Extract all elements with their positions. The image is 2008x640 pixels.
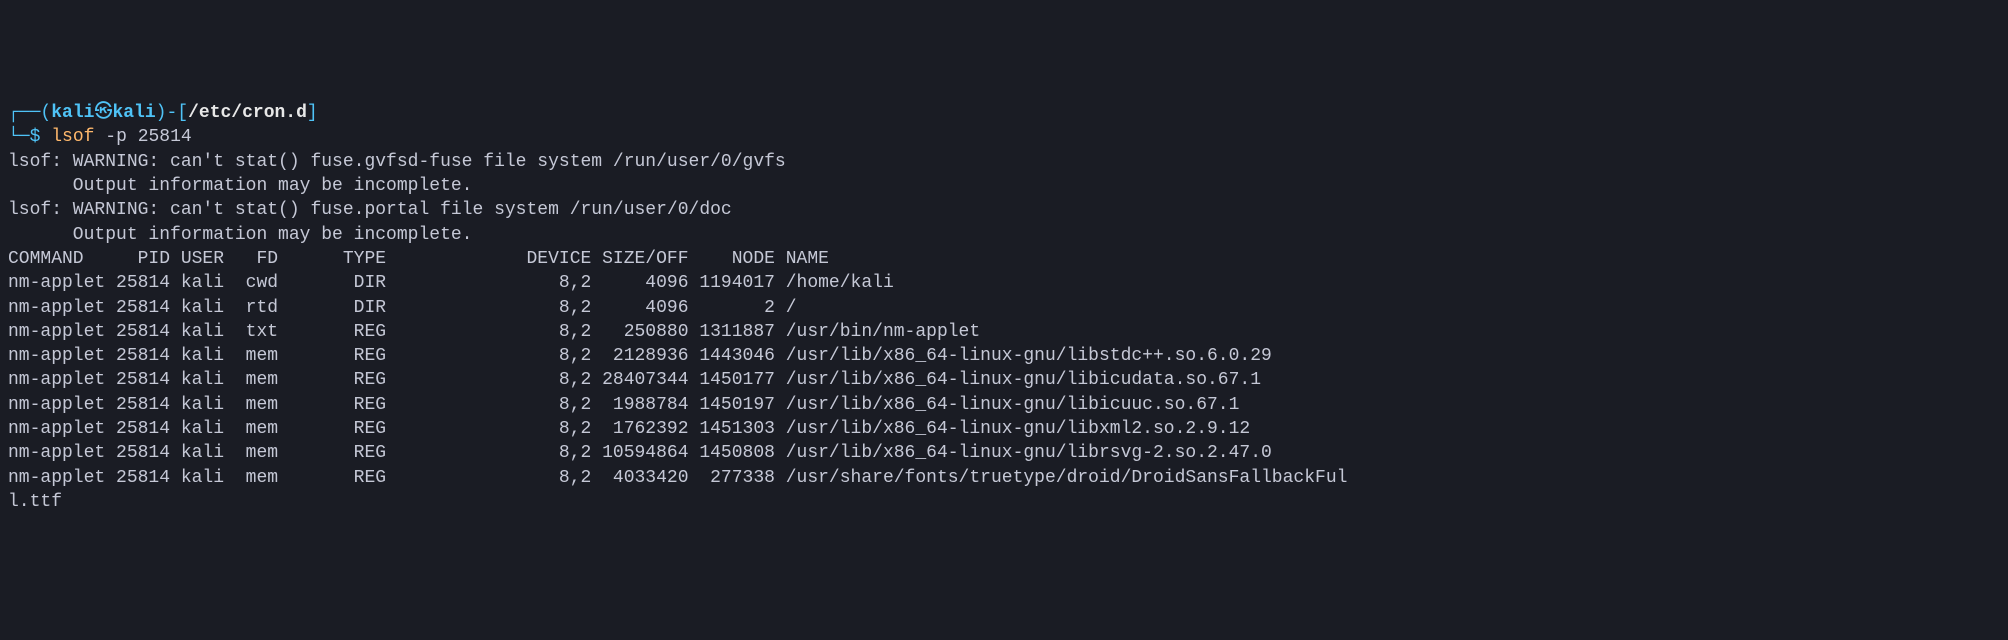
prompt-at: ㉿ (94, 103, 112, 123)
prompt-bracket-close: ] (307, 103, 318, 123)
command-flag: -p (105, 127, 127, 147)
prompt-dash: - (166, 103, 177, 123)
header-command: COMMAND PID USER FD TYPE DEVICE SIZE/OFF… (8, 249, 829, 269)
prompt-paren-close: ) (156, 103, 167, 123)
lsof-row: nm-applet 25814 kali mem REG 8,2 1762392… (8, 419, 1250, 439)
lsof-row: nm-applet 25814 kali txt REG 8,2 250880 … (8, 322, 980, 342)
lsof-row: nm-applet 25814 kali mem REG 8,2 4033420… (8, 468, 1347, 488)
warning-line: Output information may be incomplete. (8, 176, 472, 196)
lsof-row: nm-applet 25814 kali mem REG 8,2 1059486… (8, 443, 1272, 463)
lsof-row: nm-applet 25814 kali rtd DIR 8,2 4096 2 … (8, 298, 797, 318)
lsof-row: nm-applet 25814 kali cwd DIR 8,2 4096 11… (8, 273, 894, 293)
command-name: lsof (51, 127, 94, 147)
lsof-row: nm-applet 25814 kali mem REG 8,2 1988784… (8, 395, 1239, 415)
prompt-corner-top: ┌── (8, 103, 40, 123)
prompt-line1: ┌──(kali㉿kali)-[/etc/cron.d] (8, 103, 318, 123)
prompt-paren-open: ( (40, 103, 51, 123)
lsof-row-continuation: l.ttf (8, 492, 62, 512)
lsof-row: nm-applet 25814 kali mem REG 8,2 2128936… (8, 346, 1272, 366)
warning-line: lsof: WARNING: can't stat() fuse.portal … (8, 200, 732, 220)
prompt-corner-bottom: └─ (8, 127, 30, 147)
terminal-output[interactable]: ┌──(kali㉿kali)-[/etc/cron.d] └─$ lsof -p… (8, 101, 2000, 514)
command-arg: 25814 (138, 127, 192, 147)
prompt-user: kali (51, 103, 94, 123)
prompt-bracket-open: [ (177, 103, 188, 123)
prompt-path: /etc/cron.d (188, 103, 307, 123)
warning-line: lsof: WARNING: can't stat() fuse.gvfsd-f… (8, 152, 786, 172)
prompt-line2: └─$ lsof -p 25814 (8, 127, 192, 147)
lsof-row: nm-applet 25814 kali mem REG 8,2 2840734… (8, 370, 1261, 390)
prompt-dollar: $ (30, 127, 41, 147)
warning-line: Output information may be incomplete. (8, 225, 472, 245)
lsof-header-row: COMMAND PID USER FD TYPE DEVICE SIZE/OFF… (8, 249, 829, 269)
prompt-host: kali (112, 103, 155, 123)
